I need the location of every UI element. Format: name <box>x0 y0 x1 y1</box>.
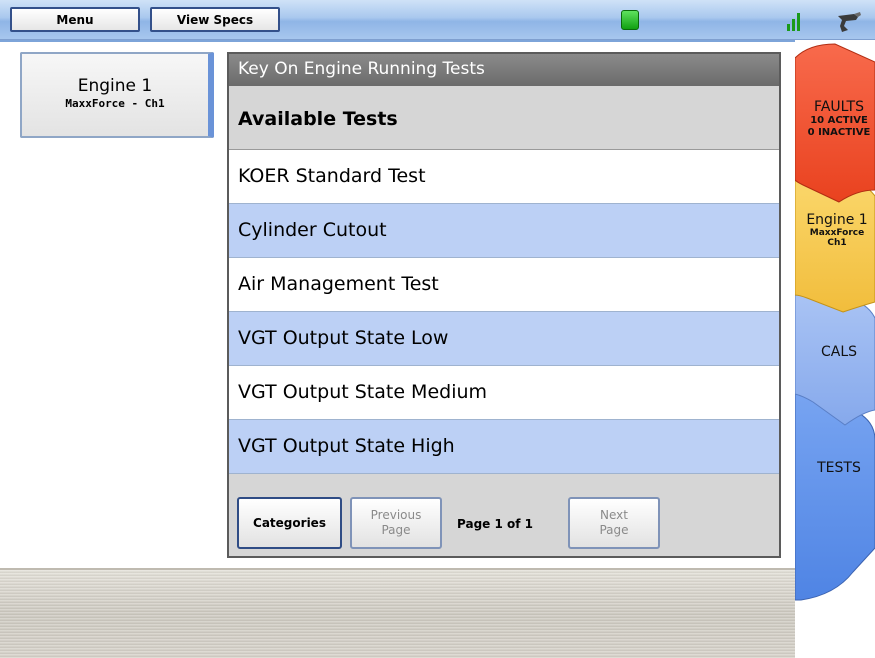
test-item-vgt-medium[interactable]: VGT Output State Medium <box>229 366 779 420</box>
faults-tab-label: FAULTS <box>814 99 864 115</box>
test-item-cylinder-cutout[interactable]: Cylinder Cutout <box>229 204 779 258</box>
menu-button[interactable]: Menu <box>10 7 140 32</box>
previous-page-label-line1: Previous <box>370 508 422 522</box>
next-page-label-line1: Next <box>600 508 628 522</box>
previous-page-label-line2: Page <box>381 523 411 537</box>
test-item-vgt-high[interactable]: VGT Output State High <box>229 420 779 474</box>
test-item-air-management[interactable]: Air Management Test <box>229 258 779 312</box>
bottom-brushed-band <box>0 570 795 658</box>
next-page-label-line2: Page <box>599 523 629 537</box>
engine-side-tab-label: Engine 1 <box>806 212 868 228</box>
cals-tab[interactable]: CALS <box>799 344 875 360</box>
view-specs-button[interactable]: View Specs <box>150 7 280 32</box>
faults-inactive-count: 0 INACTIVE <box>807 127 871 138</box>
test-item-vgt-low[interactable]: VGT Output State Low <box>229 312 779 366</box>
side-tab-bar: FAULTS 10 ACTIVE 0 INACTIVE Engine 1 Max… <box>795 40 875 658</box>
main-divider <box>0 40 795 42</box>
engine-side-tab-line2: Ch1 <box>827 238 847 248</box>
vehicle-connector-icon <box>838 12 861 32</box>
page-indicator: Page 1 of 1 <box>457 517 533 531</box>
top-toolbar: Menu View Specs <box>0 0 875 40</box>
engine-selector-tab[interactable]: Engine 1 MaxxForce - Ch1 <box>20 52 214 138</box>
panel-title: Key On Engine Running Tests <box>229 54 779 86</box>
engine-tab-title: Engine 1 <box>77 76 153 96</box>
panel-footer: Categories Previous Page Page 1 of 1 Nex… <box>229 492 779 556</box>
connection-status-icon <box>621 10 639 30</box>
test-item-koer-standard[interactable]: KOER Standard Test <box>229 150 779 204</box>
tests-panel: Key On Engine Running Tests Available Te… <box>227 52 781 558</box>
faults-active-count: 10 ACTIVE <box>810 115 868 126</box>
categories-button[interactable]: Categories <box>237 497 342 549</box>
next-page-button[interactable]: Next Page <box>568 497 660 549</box>
available-tests-heading: Available Tests <box>229 86 779 150</box>
engine-tab-subtitle: MaxxForce - Ch1 <box>65 97 165 110</box>
faults-tab[interactable]: FAULTS 10 ACTIVE 0 INACTIVE <box>799 99 875 139</box>
engine-side-tab-line1: MaxxForce <box>809 228 865 238</box>
engine-side-tab[interactable]: Engine 1 MaxxForce Ch1 <box>797 212 875 248</box>
signal-strength-icon <box>787 13 800 31</box>
tests-tab[interactable]: TESTS <box>799 460 875 476</box>
previous-page-button[interactable]: Previous Page <box>350 497 442 549</box>
